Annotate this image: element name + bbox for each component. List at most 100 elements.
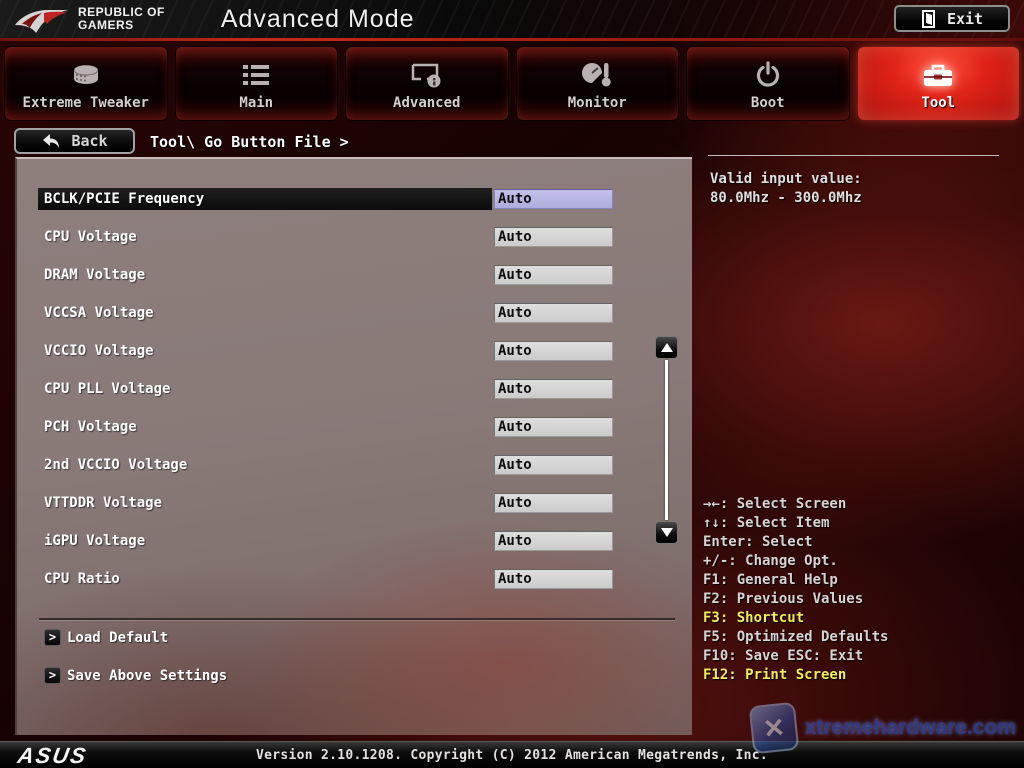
help-line: F2: Previous Values [703,591,864,607]
setting-value-box[interactable]: Auto [494,379,613,399]
version-text: Version 2.10.1208. Copyright (C) 2012 Am… [256,748,768,763]
key-help-panel: →←: Select Screen ↑↓: Select Item Enter:… [703,495,888,685]
tab-tool[interactable]: Tool [857,47,1019,120]
help-line: +/-: Change Opt. [703,553,838,569]
tab-advanced[interactable]: Advanced [346,47,508,120]
setting-row[interactable]: BCLK/PCIE Frequency Auto [17,188,692,226]
setting-row[interactable]: CPU PLL Voltage Auto [17,378,692,416]
setting-label: DRAM Voltage [44,267,146,283]
help-line: ↑↓: Select Item [703,515,830,531]
setting-label: BCLK/PCIE Frequency [44,191,205,207]
setting-label: PCH Voltage [44,419,137,435]
watermark-text: xtremehardware.com [804,716,1016,739]
brand-text: REPUBLIC OF GAMERS [78,6,165,32]
setting-value-box[interactable]: Auto [494,303,613,323]
rog-logo: REPUBLIC OF GAMERS [14,4,165,34]
setting-label: VTTDDR Voltage [44,495,163,511]
power-icon [754,58,782,92]
setting-label: VCCSA Voltage [44,305,154,321]
setting-row[interactable]: DRAM Voltage Auto [17,264,692,302]
help-line: →←: Select Screen [703,496,847,512]
help-line: Enter: Select [703,534,813,550]
back-label: Back [71,132,108,150]
tab-label: Monitor [567,95,627,111]
settings-panel: BCLK/PCIE Frequency Auto CPU Voltage Aut… [15,157,692,735]
top-header-bar: REPUBLIC OF GAMERS Advanced Mode Exit [0,0,1024,38]
back-button[interactable]: Back [14,128,135,154]
list-icon [241,58,271,92]
screen-info-icon [410,58,444,92]
valid-input-label: Valid input value: [710,171,862,187]
help-line: F12: Print Screen [703,667,847,683]
setting-label: VCCIO Voltage [44,343,154,359]
tab-label: Boot [750,95,785,111]
setting-row[interactable]: CPU Ratio Auto [17,568,692,606]
tab-label: Tool [921,95,956,111]
setting-row[interactable]: 2nd VCCIO Voltage Auto [17,454,692,492]
action-label: Load Default [67,629,169,646]
save-above-settings-item[interactable]: > Save Above Settings [44,667,227,684]
setting-value-box[interactable]: Auto [494,455,613,475]
setting-label: CPU Voltage [44,229,137,245]
header-red-divider [0,38,1024,41]
setting-row[interactable]: VCCIO Voltage Auto [17,340,692,378]
exit-label: Exit [946,9,984,28]
help-line: F10: Save ESC: Exit [703,648,864,664]
tab-label: Advanced [393,95,461,111]
chevron-right-icon: > [44,629,61,646]
help-line: F1: General Help [703,572,838,588]
setting-value-box[interactable]: Auto [494,189,613,209]
setting-label: 2nd VCCIO Voltage [44,457,188,473]
setting-row[interactable]: CPU Voltage Auto [17,226,692,264]
separator-line [39,618,675,620]
breadcrumb: Tool\ Go Button File > [150,133,349,151]
info-panel: Valid input value: 80.0Mhz - 300.0Mhz [710,170,862,208]
setting-value-box[interactable]: Auto [494,493,613,513]
triangle-up-icon [660,343,673,352]
scroll-up-button[interactable] [655,336,678,359]
gauge-thermometer-icon [581,58,613,92]
setting-row[interactable]: VCCSA Voltage Auto [17,302,692,340]
setting-value-box[interactable]: Auto [494,531,613,551]
scroll-down-button[interactable] [655,521,678,544]
setting-row[interactable]: iGPU Voltage Auto [17,530,692,568]
scrollbar-track[interactable] [665,360,668,520]
tab-label: Main [239,95,274,111]
scrollbar[interactable] [655,336,679,544]
load-default-item[interactable]: > Load Default [44,629,168,646]
setting-row[interactable]: PCH Voltage Auto [17,416,692,454]
footer-bar: ASUS Version 2.10.1208. Copyright (C) 20… [0,741,1024,768]
action-label: Save Above Settings [67,667,228,684]
setting-value-box[interactable]: Auto [494,227,613,247]
setting-row[interactable]: VTTDDR Voltage Auto [17,492,692,530]
exit-door-icon [921,9,935,28]
asus-logo: ASUS [15,743,90,768]
tab-extreme-tweaker[interactable]: Extreme Tweaker [5,47,167,120]
settings-rows: BCLK/PCIE Frequency Auto CPU Voltage Aut… [17,188,692,606]
setting-value-box[interactable]: Auto [494,265,613,285]
triangle-down-icon [660,528,673,537]
setting-label: iGPU Voltage [44,533,146,549]
tab-monitor[interactable]: Monitor [516,47,678,120]
tab-main[interactable]: Main [175,47,337,120]
tab-boot[interactable]: Boot [687,47,849,120]
sidebar-divider [708,155,999,156]
exit-button[interactable]: Exit [894,5,1010,32]
back-arrow-icon [43,134,60,148]
page-title: Advanced Mode [220,4,415,33]
chevron-right-icon: > [44,667,61,684]
brand-line2: GAMERS [78,18,134,32]
setting-value-box[interactable]: Auto [494,569,613,589]
setting-label: CPU PLL Voltage [44,381,171,397]
rog-eye-icon [15,10,68,33]
tweaker-knob-icon [69,58,103,92]
help-line: F5: Optimized Defaults [703,629,889,645]
setting-value-box[interactable]: Auto [494,341,613,361]
valid-input-range: 80.0Mhz - 300.0Mhz [710,190,862,206]
setting-label: CPU Ratio [44,571,120,587]
setting-value-box[interactable]: Auto [494,417,613,437]
help-line: F3: Shortcut [703,610,805,626]
tab-bar: Extreme Tweaker Main Advanced Monitor Bo… [5,47,1019,120]
tab-label: Extreme Tweaker [22,95,149,111]
toolbox-icon [921,58,955,92]
